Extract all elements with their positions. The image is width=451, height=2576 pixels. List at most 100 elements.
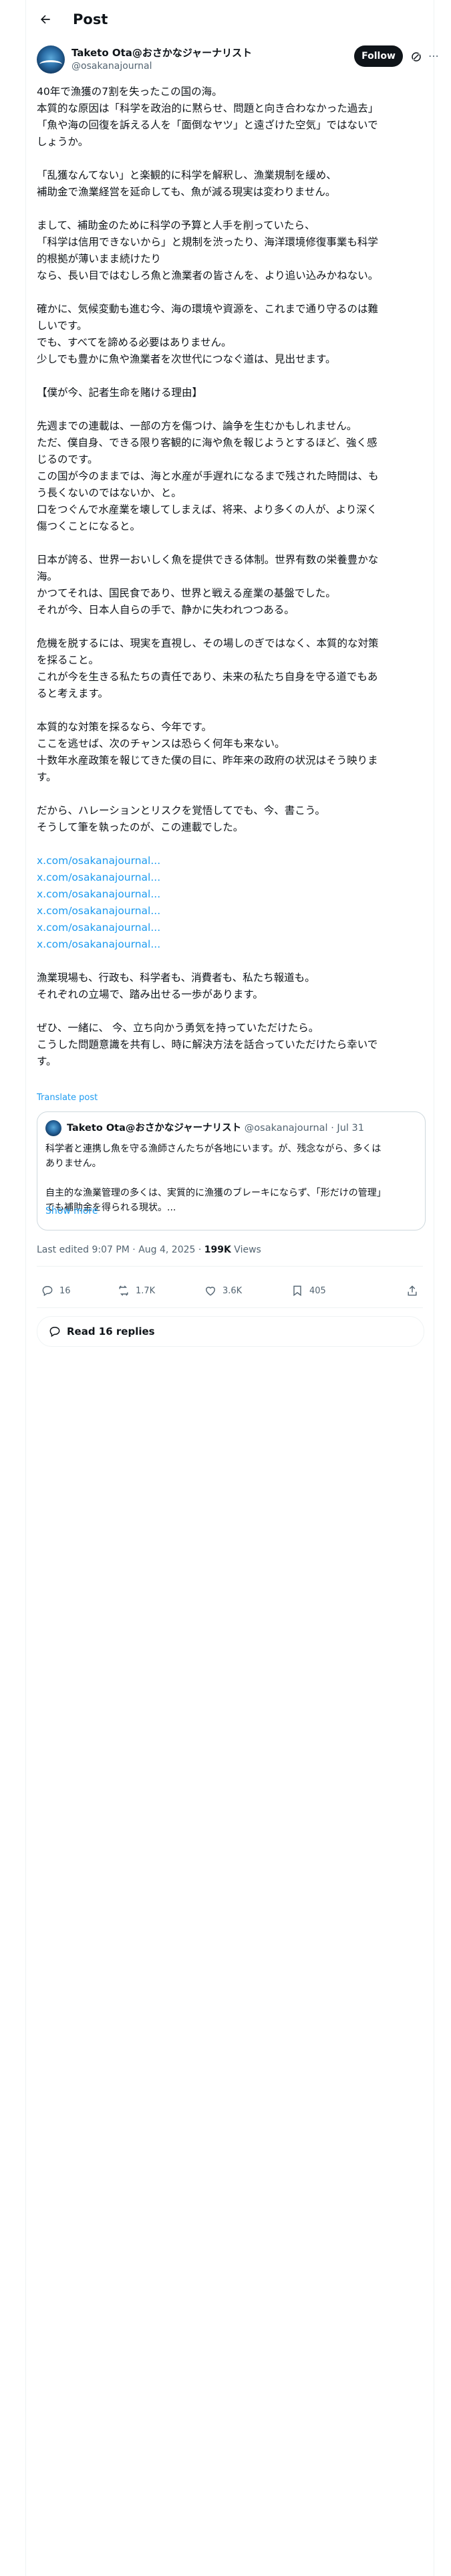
show-more-link[interactable]: Show more (45, 1206, 98, 1216)
reply-icon (42, 1286, 53, 1297)
text-line: 日本が誇る、世界一おいしく魚を提供できる体制。世界有数の栄養豊かな (37, 554, 379, 566)
quote-line: 科学者と連携し魚を守る漁師さんたちが各地にいます。が、残念ながら、多くは (45, 1144, 382, 1154)
repost-icon (119, 1285, 128, 1296)
quote-line (45, 1171, 416, 1186)
post-link[interactable]: x.com/osakanajournal... (37, 903, 426, 920)
text-line: こうした問題意識を共有し、時に解決方法を話合っていただけたら幸いで (37, 1039, 378, 1051)
divider (37, 1307, 423, 1308)
back-button[interactable] (35, 9, 55, 29)
post-paragraph: 【僕が今、記者生命を賭ける理由】 (37, 385, 426, 401)
text-line: 本質的な原因は「科学を政治的に黙らせ、問題と向き合わなかった過去」 (37, 102, 379, 114)
page-title: Post (73, 11, 108, 27)
post-link[interactable]: x.com/osakanajournal... (37, 886, 426, 903)
post-paragraph: 本質的な対策を採るなら、今年です。ここを逃せば、次のチャンスは恐らく何年も来ない… (37, 719, 426, 786)
more-options-icon[interactable]: ⋯ (428, 49, 439, 63)
post-paragraph: まして、補助金のために科学の予算と人手を削っていたら、「科学は信用できないから」… (37, 217, 426, 284)
text-line: 「科学は信用できないから」と規制を渋ったり、海洋環境修復事業も科学 (37, 236, 378, 248)
closing-paragraph: 漁業現場も、行政も、科学者も、消費者も、私たち報道も。 それぞれの立場で、踏み出せ… (37, 970, 426, 1003)
text-line: この国が今のままでは、海と水産が手遅れになるまで残された時間は、も (37, 470, 379, 482)
post-paragraph: 危機を脱するには、現実を直視し、その場しのぎではなく、本質的な対策 を採ること。こ… (37, 635, 426, 702)
text-line: 「乱獲なんてない」と楽観的に科学を解釈し、漁業規制を緩め、 (37, 169, 337, 181)
post-paragraph: 日本が誇る、世界一おいしく魚を提供できる体制。世界有数の栄養豊かな 海。 かつてそれ… (37, 552, 426, 619)
text-line: 補助金で漁業経営を延命しても、魚が減る現実は変わりません。 (37, 186, 336, 198)
post-paragraph: 確かに、気候変動も進む今、海の環境や資源を、これまで通り守るのは難 しいです。 でも… (37, 301, 426, 368)
text-line: う長くないのではないか、と。 (37, 487, 182, 499)
bookmark-button[interactable]: 405 (291, 1283, 326, 1298)
reply-count: 16 (59, 1285, 71, 1296)
text-line: かつてそれは、国民食であり、世界と戦える産業の基盤でした。 (37, 587, 336, 599)
post-link[interactable]: x.com/osakanajournal... (37, 853, 426, 869)
text-line: なら、長い目ではむしろ魚と漁業者の皆さんを、より追い込みかねない。 (37, 270, 379, 282)
quote-line: 自主的な漁業管理の多くは、実質的に漁獲のブレーキにならず、「形だけの管理」 (45, 1188, 386, 1198)
text-line: 本質的な対策を採るなら、今年です。 (37, 721, 212, 733)
text-line: ここを逃せば、次のチャンスは恐らく何年も来ない。 (37, 738, 285, 750)
text-line: 的根拠が薄いまま続けたり (37, 253, 162, 265)
text-line: 先週までの連載は、一部の方を傷つけ、論争を生むかもしれません。 (37, 420, 357, 432)
author-name[interactable]: Taketo Ota@おさかなジャーナリスト (71, 47, 252, 60)
post-meta: Last edited 9:07 PM · Aug 4, 2025 · 199K… (37, 1245, 261, 1255)
text-line: そうして筆を執ったのが、この連載でした。 (37, 821, 244, 833)
text-line: 「魚や海の回復を訴える人を「面倒なヤツ」と遠ざけた空気」ではないで (37, 119, 378, 131)
action-bar: 16 1.7K 3.6K 405 (37, 1274, 423, 1307)
share-icon (408, 1285, 417, 1296)
post-link[interactable]: x.com/osakanajournal... (37, 920, 426, 936)
post-paragraph: 「乱獲なんてない」と楽観的に科学を解釈し、漁業規制を緩め、 補助金で漁業経営を延命… (37, 167, 426, 201)
author-row: Taketo Ota@おさかなジャーナリスト @osakanajournal F… (37, 45, 439, 80)
quote-avatar (45, 1120, 61, 1136)
follow-button[interactable]: Follow (354, 45, 403, 67)
text-line: 確かに、気候変動も進む今、海の環境や資源を、これまで通り守るのは難 (37, 303, 379, 315)
like-button[interactable]: 3.6K (204, 1283, 242, 1298)
text-line: 危機を脱するには、現実を直視し、その場しのぎではなく、本質的な対策 (37, 637, 379, 649)
bookmark-count: 405 (309, 1285, 326, 1296)
back-arrow-icon (41, 15, 50, 24)
text-line: じるのです。 (37, 453, 98, 465)
text-line: ると考えます。 (37, 687, 108, 700)
text-line: 40年で漁獲の7割を失ったこの国の海。 (37, 86, 222, 98)
reply-button[interactable]: 16 (41, 1283, 71, 1298)
translate-post-link[interactable]: Translate post (37, 1093, 98, 1103)
share-button[interactable] (406, 1283, 419, 1298)
text-line: す。 (37, 771, 57, 783)
post-paragraph: だから、ハレーションとリスクを覚悟してでも、今、書こう。 そうして筆を執ったのが、… (37, 802, 426, 836)
post-paragraph: 先週までの連載は、一部の方を傷つけ、論争を生むかもしれません。ただ、僕自身、でき… (37, 418, 426, 535)
divider (37, 1266, 423, 1267)
read-replies-button[interactable]: Read 16 replies (37, 1316, 424, 1347)
quoted-post[interactable]: Taketo Ota@おさかなジャーナリスト @osakanajournal ·… (37, 1111, 426, 1230)
quote-author-name: Taketo Ota@おさかなジャーナリスト (67, 1123, 242, 1134)
text-line: を採ること。 (37, 654, 100, 666)
quote-author-handle: @osakanajournal (244, 1123, 328, 1134)
repost-button[interactable]: 1.7K (117, 1283, 155, 1298)
text-line: 口をつぐんで水産業を壊してしまえば、将来、より多くの人が、より深く (37, 504, 378, 516)
top-bar: Post (26, 0, 434, 39)
grok-icon[interactable] (410, 51, 422, 63)
closing-paragraph: ぜひ、一緒に、 今、立ち向かう勇気を持っていただけたら。 こうした問題意識を共有し… (37, 1020, 426, 1070)
post-link[interactable]: x.com/osakanajournal... (37, 936, 426, 953)
text-line: す。 (37, 1055, 57, 1067)
views-label: Views (231, 1245, 261, 1255)
text-line: 少しでも豊かに魚や漁業者を次世代につなぐ道は、見出せます。 (37, 353, 336, 365)
quote-date: · Jul 31 (331, 1123, 364, 1134)
text-line: しょうか。 (37, 136, 89, 148)
repost-count: 1.7K (136, 1285, 156, 1296)
text-line: ただ、僕自身、できる限り客観的に海や魚を報じようとするほど、強く感 (37, 437, 378, 449)
text-line: まして、補助金のために科学の予算と人手を削っていたら、 (37, 219, 315, 231)
avatar[interactable] (37, 45, 65, 74)
text-line: これが今を生きる私たちの責任であり、未来の私たち自身を守る道でもあ (37, 671, 378, 683)
text-line: 【僕が今、記者生命を賭ける理由】 (37, 387, 203, 399)
post-link[interactable]: x.com/osakanajournal... (37, 869, 426, 886)
text-line: 十数年水産政策を報じてきた僕の目に、昨年来の政府の状況はそう映りま (37, 754, 378, 766)
author-handle[interactable]: @osakanajournal (71, 60, 152, 72)
text-line: しいです。 (37, 320, 88, 332)
link-list: x.com/osakanajournal... x.com/osakanajour… (37, 853, 426, 953)
quote-line: でも補助金を得られる現状。... (45, 1202, 176, 1213)
quote-text: 科学者と連携し魚を守る漁師さんたちが各地にいます。が、残念ながら、多くは ありませ… (45, 1142, 416, 1215)
text-line: それぞれの立場で、踏み出せる一歩があります。 (37, 988, 263, 1000)
text-line: それが今、日本人自らの手で、静かに失われつつある。 (37, 604, 295, 616)
edited-timestamp[interactable]: Last edited 9:07 PM · Aug 4, 2025 · (37, 1245, 204, 1255)
read-replies-label: Read 16 replies (67, 1325, 155, 1337)
view-count: 199K (204, 1245, 231, 1255)
quote-line: ありません。 (45, 1158, 102, 1169)
like-count: 3.6K (222, 1285, 243, 1296)
bookmark-icon (293, 1285, 301, 1297)
chat-bubble-icon (49, 1326, 60, 1337)
